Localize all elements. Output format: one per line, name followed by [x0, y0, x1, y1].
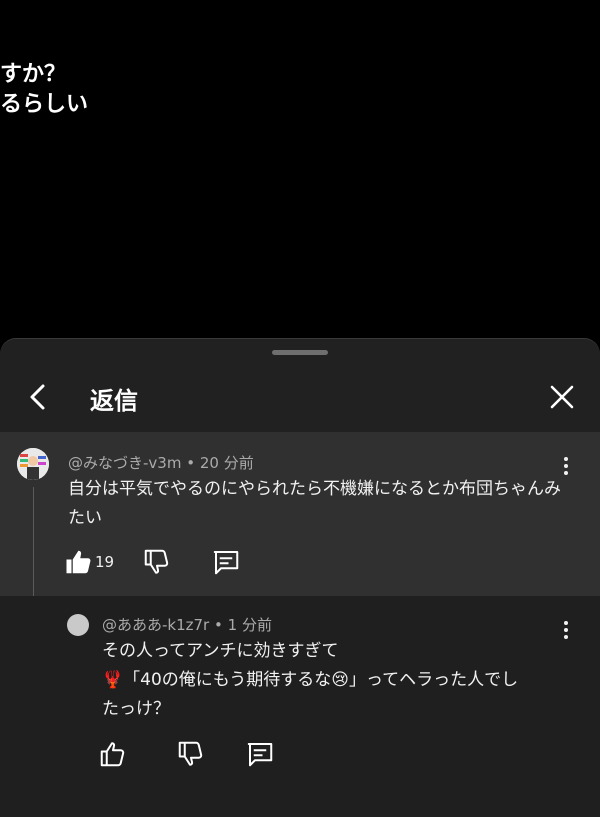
- lobster-emoji: 🦞: [102, 670, 124, 690]
- kebab-icon-dot: [564, 628, 568, 632]
- dislike-button[interactable]: [176, 739, 206, 769]
- kebab-icon: [564, 621, 568, 625]
- comment-text-line: たっけ？: [102, 699, 170, 719]
- avatar[interactable]: [67, 614, 89, 636]
- reply-button[interactable]: [211, 547, 241, 577]
- meta-separator: •: [214, 616, 223, 634]
- thumbs-up-icon: [66, 550, 91, 574]
- kebab-icon: [564, 457, 568, 461]
- drag-handle[interactable]: [272, 350, 328, 355]
- comment-meta: @みなづき-v3m • 20 分前: [68, 452, 254, 473]
- thumbs-up-icon: [100, 742, 125, 767]
- comment-text-segment: 」ってヘラった人でし: [349, 670, 519, 690]
- panel-header: 返信: [0, 363, 600, 431]
- crying-face-emoji: 😢: [331, 670, 350, 690]
- comment-meta: @あああ-k1z7r • 1 分前: [102, 614, 272, 635]
- replies-panel: 返信 @みなづき-v3m • 20 分前 自分は平気でやるのにやられたら不機嫌に…: [0, 338, 600, 817]
- like-button[interactable]: [98, 739, 128, 769]
- app-root: すか？ るらしい 返信 @みなづき-v3m • 20 分前 自分は平気でやるのに…: [0, 0, 600, 817]
- avatar-image: [17, 448, 49, 480]
- like-count: 19: [95, 553, 115, 571]
- reply-comment-icon: [213, 551, 239, 575]
- comment-author[interactable]: @みなづき-v3m: [68, 454, 181, 472]
- thumbs-down-icon: [144, 549, 169, 574]
- subtitle-line-2: るらしい: [0, 92, 89, 117]
- comment-text-line: その人ってアンチに効きすぎて: [102, 641, 339, 661]
- close-icon: [550, 385, 574, 409]
- reply-comment-icon: [247, 743, 273, 767]
- like-button[interactable]: [64, 547, 94, 577]
- chevron-left-icon: [30, 384, 45, 410]
- comment-time: 1 分前: [227, 616, 272, 634]
- comment-time: 20 分前: [199, 454, 254, 472]
- avatar[interactable]: [17, 448, 49, 480]
- comment-text-segment: 「40の俺にもう期待するな: [123, 670, 332, 690]
- thumbs-down-icon: [178, 741, 203, 766]
- kebab-icon-dot: [564, 464, 568, 468]
- comment-author[interactable]: @あああ-k1z7r: [102, 616, 209, 634]
- reply-comment: @あああ-k1z7r • 1 分前 その人ってアンチに効きすぎて 🦞「40の俺に…: [0, 596, 600, 817]
- meta-separator: •: [186, 454, 196, 472]
- panel-title: 返信: [90, 387, 138, 415]
- reply-button[interactable]: [245, 739, 275, 769]
- video-area[interactable]: すか？ るらしい: [0, 0, 600, 338]
- comment-text: その人ってアンチに効きすぎて 🦞「40の俺にもう期待するな😢」ってヘラった人でし…: [102, 637, 582, 724]
- subtitle-line-1: すか？: [0, 62, 67, 87]
- parent-comment: @みなづき-v3m • 20 分前 自分は平気でやるのにやられたら不機嫌になると…: [0, 432, 600, 596]
- comment-text-line: 🦞「40の俺にもう期待するな😢」ってヘラった人でし: [102, 666, 582, 695]
- close-button[interactable]: [544, 379, 580, 415]
- back-button[interactable]: [20, 379, 56, 415]
- comment-text: 自分は平気でやるのにやられたら不機嫌になるとか布団ちゃんみたい: [68, 479, 561, 528]
- dislike-button[interactable]: [142, 547, 172, 577]
